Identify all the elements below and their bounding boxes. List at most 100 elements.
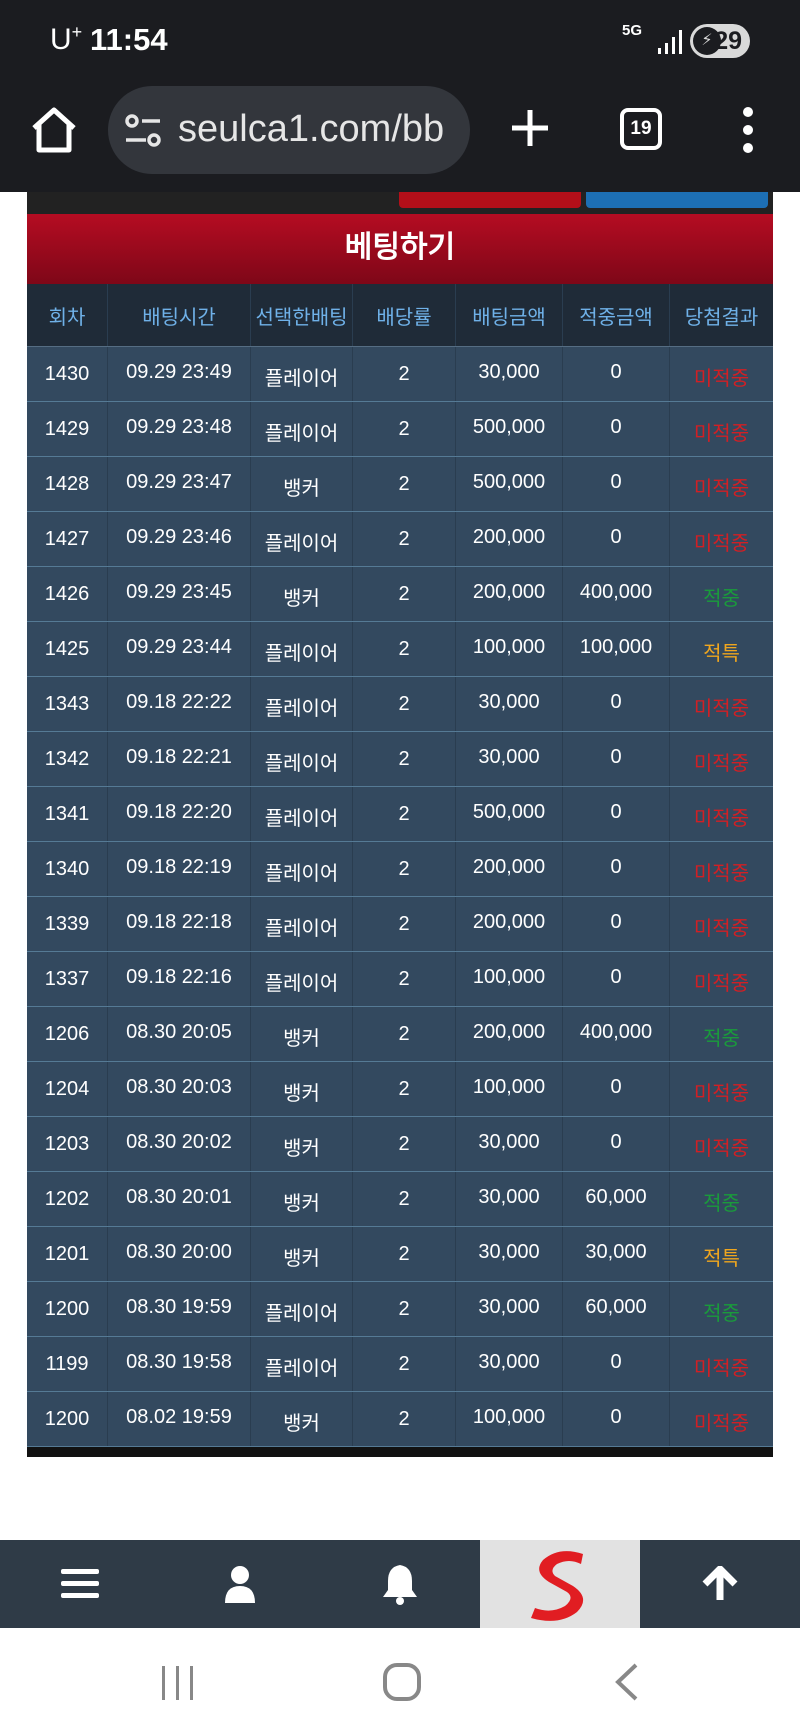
result-cell: 미적중 <box>693 422 750 445</box>
column-header: 회차 <box>27 284 108 346</box>
user-icon[interactable] <box>223 1565 257 1603</box>
bet-time-cell: 09.29 23:46 <box>108 512 251 566</box>
result-cell: 미적중 <box>693 697 750 720</box>
bet-amount-cell: 30,000 <box>456 1117 563 1171</box>
blue-tab-button[interactable] <box>586 192 768 208</box>
bet-choice-cell: 뱅커 <box>251 1007 353 1061</box>
table-row: 1200 08.02 19:59 뱅커 2 100,000 0 미적중 <box>27 1392 773 1447</box>
odds-cell: 2 <box>353 347 456 401</box>
bet-choice-cell: 플레이어 <box>251 1337 353 1391</box>
payout-amount-cell: 0 <box>563 402 670 456</box>
table-row: 1204 08.30 20:03 뱅커 2 100,000 0 미적중 <box>27 1062 773 1117</box>
payout-amount-cell: 0 <box>563 1392 670 1446</box>
bet-choice-cell: 플레이어 <box>251 622 353 676</box>
bet-time-cell: 08.30 20:03 <box>108 1062 251 1116</box>
round-number-cell: 1202 <box>27 1172 108 1226</box>
bet-amount-cell: 500,000 <box>456 457 563 511</box>
betting-title: 베팅하기 <box>27 214 773 284</box>
red-tab-button[interactable] <box>399 192 581 208</box>
bet-choice-cell: 플레이어 <box>251 512 353 566</box>
payout-amount-cell: 60,000 <box>563 1282 670 1336</box>
table-row: 1200 08.30 19:59 플레이어 2 30,000 60,000 적중 <box>27 1282 773 1337</box>
result-cell: 미적중 <box>693 477 750 500</box>
result-cell: 미적중 <box>693 972 750 995</box>
result-cell: 미적중 <box>693 917 750 940</box>
result-cell: 적중 <box>703 587 740 610</box>
odds-cell: 2 <box>353 1227 456 1281</box>
result-cell: 적특 <box>703 1247 740 1270</box>
bet-choice-cell: 뱅커 <box>251 1172 353 1226</box>
odds-cell: 2 <box>353 622 456 676</box>
arrow-up-icon[interactable] <box>700 1566 740 1602</box>
payout-amount-cell: 100,000 <box>563 622 670 676</box>
odds-cell: 2 <box>353 1117 456 1171</box>
betting-history-table: 회차 배팅시간 선택한배팅 배당률 배팅금액 적중금액 당첨결과 1430 09.… <box>27 284 773 1457</box>
bet-time-cell: 08.30 20:01 <box>108 1172 251 1226</box>
column-header: 배팅시간 <box>108 284 251 346</box>
bet-time-cell: 09.29 23:47 <box>108 457 251 511</box>
bet-amount-cell: 200,000 <box>456 897 563 951</box>
back-icon[interactable] <box>612 1662 640 1702</box>
round-number-cell: 1341 <box>27 787 108 841</box>
payout-amount-cell: 30,000 <box>563 1227 670 1281</box>
new-tab-icon[interactable] <box>508 106 552 150</box>
tab-switcher-button[interactable]: 19 <box>620 108 662 150</box>
bet-choice-cell: 뱅커 <box>251 1227 353 1281</box>
table-row: 1428 09.29 23:47 뱅커 2 500,000 0 미적중 <box>27 457 773 512</box>
table-row: 1341 09.18 22:20 플레이어 2 500,000 0 미적중 <box>27 787 773 842</box>
bet-amount-cell: 30,000 <box>456 1227 563 1281</box>
url-text[interactable]: seulca1.com/bb <box>178 108 444 151</box>
site-logo[interactable] <box>480 1540 640 1628</box>
round-number-cell: 1199 <box>27 1337 108 1391</box>
table-row: 1343 09.18 22:22 플레이어 2 30,000 0 미적중 <box>27 677 773 732</box>
nav-menu[interactable] <box>0 1540 160 1628</box>
payout-amount-cell: 0 <box>563 1062 670 1116</box>
column-header: 배팅금액 <box>456 284 563 346</box>
table-row: 1342 09.18 22:21 플레이어 2 30,000 0 미적중 <box>27 732 773 787</box>
site-settings-icon[interactable] <box>124 114 164 148</box>
table-row: 1340 09.18 22:19 플레이어 2 200,000 0 미적중 <box>27 842 773 897</box>
recent-apps-icon[interactable] <box>160 1664 196 1702</box>
home-nav-icon[interactable] <box>382 1662 422 1702</box>
payout-amount-cell: 0 <box>563 952 670 1006</box>
table-row: 1206 08.30 20:05 뱅커 2 200,000 400,000 적중 <box>27 1007 773 1062</box>
bet-choice-cell: 플레이어 <box>251 677 353 731</box>
odds-cell: 2 <box>353 732 456 786</box>
bet-time-cell: 09.18 22:22 <box>108 677 251 731</box>
bottom-nav <box>0 1540 800 1628</box>
nav-account[interactable] <box>160 1540 320 1628</box>
round-number-cell: 1337 <box>27 952 108 1006</box>
odds-cell: 2 <box>353 512 456 566</box>
round-number-cell: 1425 <box>27 622 108 676</box>
bet-choice-cell: 플레이어 <box>251 842 353 896</box>
round-number-cell: 1428 <box>27 457 108 511</box>
more-menu-icon[interactable] <box>738 106 758 154</box>
table-footer-bar <box>27 1447 773 1457</box>
address-bar[interactable]: seulca1.com/bb <box>108 86 470 174</box>
round-number-cell: 1427 <box>27 512 108 566</box>
nav-notifications[interactable] <box>320 1540 480 1628</box>
menu-icon[interactable] <box>61 1569 99 1599</box>
result-cell: 미적중 <box>693 862 750 885</box>
result-cell: 적중 <box>703 1027 740 1050</box>
bet-time-cell: 08.30 19:58 <box>108 1337 251 1391</box>
bet-time-cell: 09.18 22:18 <box>108 897 251 951</box>
home-icon[interactable] <box>28 104 80 156</box>
table-row: 1427 09.29 23:46 플레이어 2 200,000 0 미적중 <box>27 512 773 567</box>
bet-time-cell: 09.29 23:45 <box>108 567 251 621</box>
status-bar: U+ 11:54 5G ⚡ 29 <box>0 0 800 82</box>
nav-scroll-top[interactable] <box>640 1540 800 1628</box>
payout-amount-cell: 0 <box>563 842 670 896</box>
table-body: 1430 09.29 23:49 플레이어 2 30,000 0 미적중 1429 09.29 … <box>27 347 773 1447</box>
bet-time-cell: 08.30 20:00 <box>108 1227 251 1281</box>
column-header: 배당률 <box>353 284 456 346</box>
result-cell: 적중 <box>703 1192 740 1215</box>
bet-amount-cell: 30,000 <box>456 1282 563 1336</box>
bell-icon[interactable] <box>380 1563 420 1605</box>
bet-amount-cell: 100,000 <box>456 622 563 676</box>
table-row: 1426 09.29 23:45 뱅커 2 200,000 400,000 적중 <box>27 567 773 622</box>
bet-time-cell: 08.30 20:05 <box>108 1007 251 1061</box>
round-number-cell: 1343 <box>27 677 108 731</box>
bet-choice-cell: 플레이어 <box>251 402 353 456</box>
payout-amount-cell: 0 <box>563 457 670 511</box>
